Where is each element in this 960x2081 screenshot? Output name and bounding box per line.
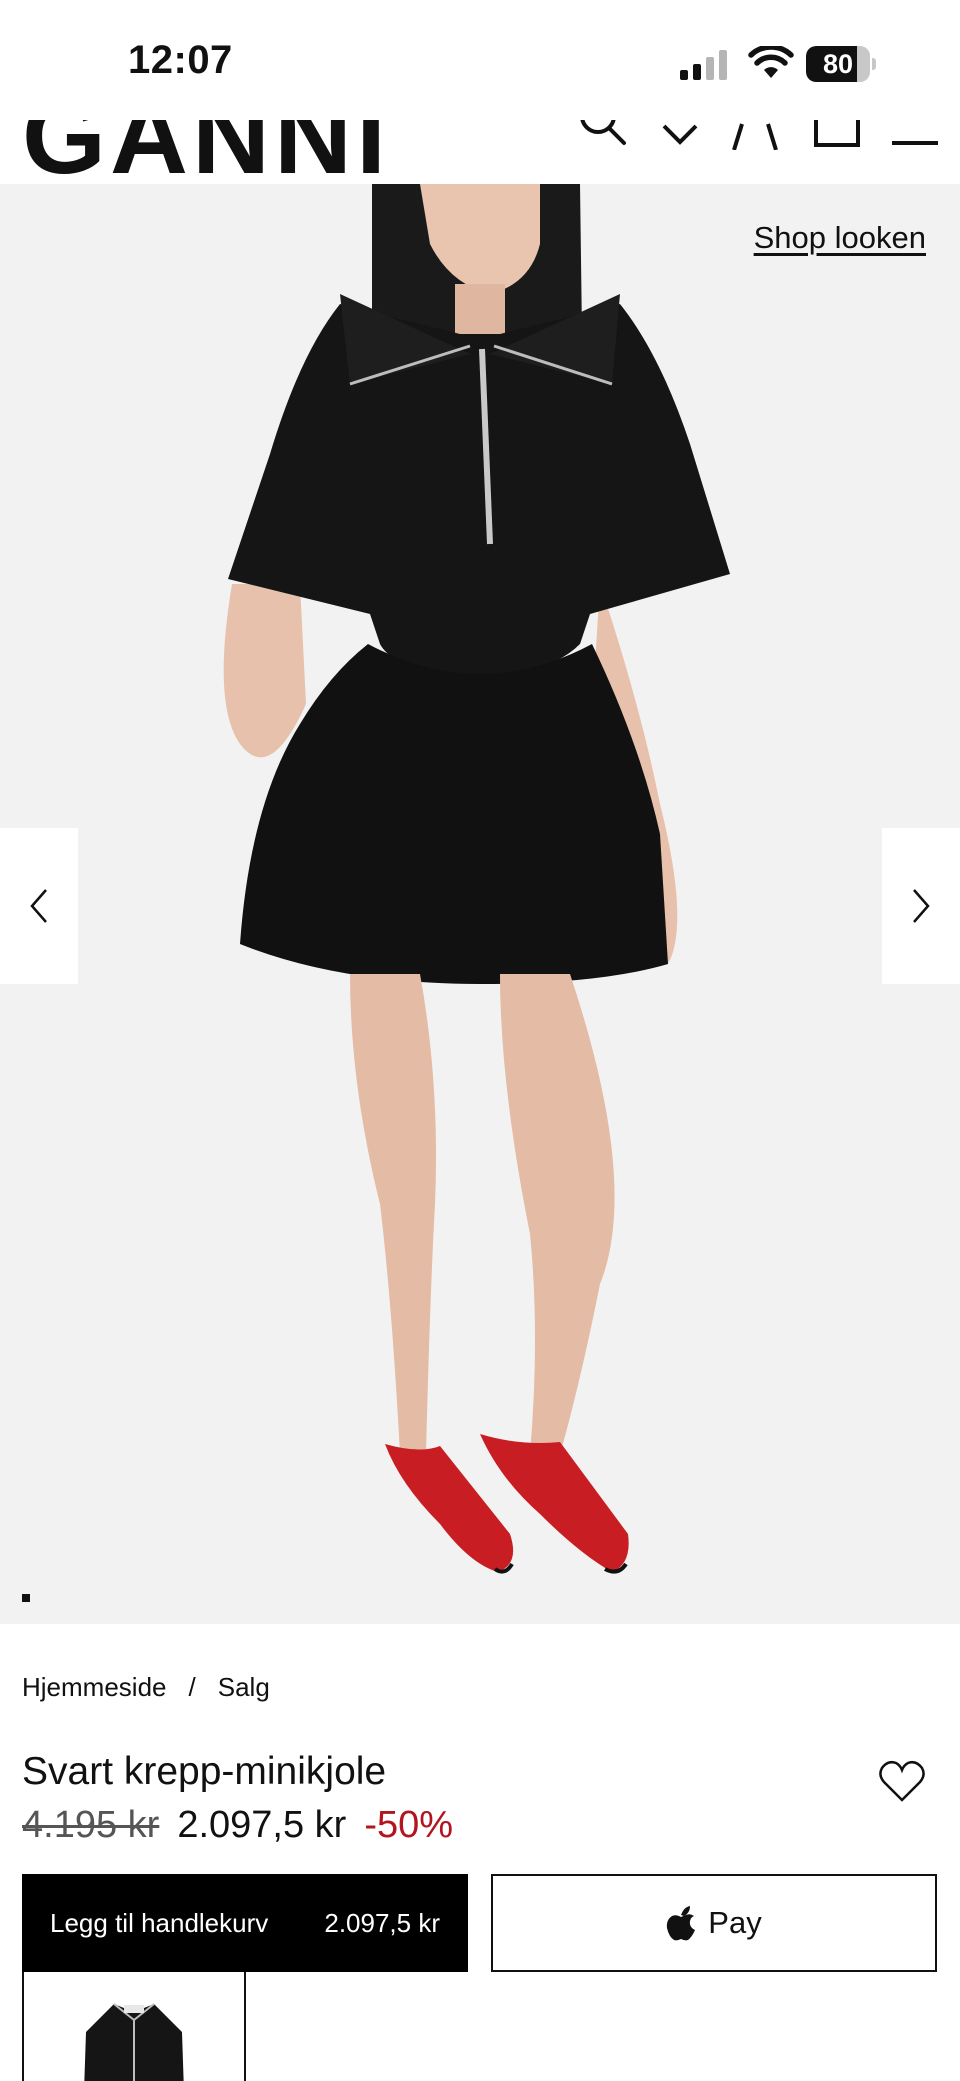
search-icon[interactable]: [578, 120, 628, 150]
cellular-signal-icon: [680, 50, 727, 80]
breadcrumb-separator: /: [188, 1672, 196, 1702]
apple-pay-button[interactable]: Pay: [491, 1874, 937, 1972]
menu-icon[interactable]: [890, 120, 940, 150]
add-to-cart-label: Legg til handlekurv: [50, 1907, 269, 1938]
wifi-icon: [748, 46, 794, 78]
price-row: 4.195 kr 2.097,5 kr -50%: [22, 1804, 453, 1847]
apple-icon: [667, 1906, 696, 1941]
chevron-left-icon: [30, 889, 47, 923]
add-to-cart-price: 2.097,5 kr: [324, 1907, 440, 1938]
bag-icon[interactable]: [812, 120, 862, 150]
shop-look-link[interactable]: Shop looken: [754, 220, 926, 256]
breadcrumb-sale[interactable]: Salg: [218, 1672, 270, 1703]
breadcrumb-home[interactable]: Hjemmeside: [22, 1672, 167, 1703]
sale-price: 2.097,5 kr: [177, 1804, 347, 1846]
breadcrumb: Hjemmeside / Salg: [22, 1672, 270, 1703]
site-header: GANNI: [0, 120, 960, 184]
battery-level: 80: [822, 49, 854, 79]
next-image-button[interactable]: [882, 828, 960, 984]
original-price: 4.195 kr: [22, 1804, 160, 1846]
status-bar: 12:07 80: [0, 0, 960, 120]
discount-badge: -50%: [364, 1804, 454, 1846]
carousel-indicator[interactable]: [22, 1594, 30, 1602]
battery-icon: 80: [806, 46, 876, 82]
chevron-down-icon[interactable]: [660, 120, 700, 150]
add-to-cart-button[interactable]: Legg til handlekurv 2.097,5 kr: [22, 1874, 468, 1972]
product-hero-image[interactable]: Shop looken: [0, 184, 960, 1624]
status-time: 12:07: [128, 38, 233, 82]
apple-pay-label: Pay: [708, 1905, 762, 1940]
heart-icon[interactable]: [878, 1760, 926, 1804]
product-thumbnail[interactable]: [22, 1972, 246, 2081]
chevron-right-icon: [913, 889, 930, 923]
dress-thumbnail-image: [24, 1972, 244, 2081]
previous-image-button[interactable]: [0, 828, 78, 984]
ganni-logo[interactable]: GANNI: [22, 120, 390, 184]
account-icon[interactable]: [730, 120, 780, 150]
product-title: Svart krepp-minikjole: [22, 1750, 387, 1793]
model-photo: [0, 184, 960, 1624]
